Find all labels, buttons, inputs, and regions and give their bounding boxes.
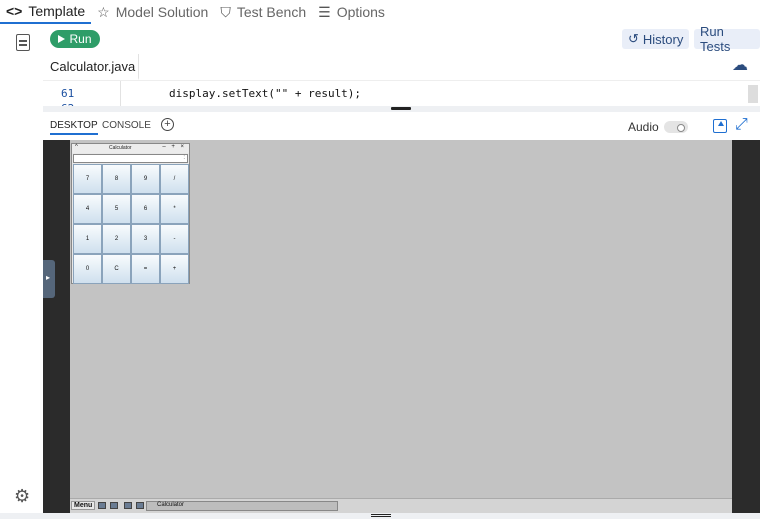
desktop-right-margin: [732, 140, 760, 513]
window-list-icon[interactable]: [136, 502, 144, 509]
calculator-window[interactable]: ^ Calculator – + × : 7 8 9 / 4 5 6 * 1 2…: [71, 143, 190, 284]
sliders-icon: ☰: [318, 3, 331, 20]
window-menu-icon[interactable]: ^: [75, 144, 78, 150]
tab-options-label: Options: [336, 4, 385, 20]
popout-icon[interactable]: [713, 119, 727, 133]
taskbar-menu-button[interactable]: Menu: [71, 501, 96, 510]
tab-template-label: Template: [28, 3, 86, 19]
expand-icon[interactable]: ⤢: [735, 116, 748, 134]
terminal-icon[interactable]: [98, 502, 106, 509]
key-plus[interactable]: +: [160, 254, 189, 284]
run-tests-label: Run Tests: [700, 24, 731, 54]
file-tab-calculator[interactable]: Calculator.java: [43, 54, 139, 80]
key-2[interactable]: 2: [102, 224, 131, 254]
key-3[interactable]: 3: [131, 224, 160, 254]
tab-model-solution-label: Model Solution: [115, 4, 209, 20]
key-1[interactable]: 1: [73, 224, 102, 254]
file-tab-label: Calculator.java: [50, 58, 136, 74]
key-9[interactable]: 9: [131, 164, 160, 194]
top-tab-bar: <> Template ☆ Model Solution ⛉ Test Benc…: [0, 0, 760, 24]
key-8[interactable]: 8: [102, 164, 131, 194]
tab-console[interactable]: CONSOLE: [102, 120, 151, 131]
file-manager-icon[interactable]: [110, 502, 118, 509]
key-clear[interactable]: C: [102, 254, 131, 284]
editor-scrollbar[interactable]: [748, 85, 758, 103]
key-divide[interactable]: /: [160, 164, 189, 194]
key-equals[interactable]: =: [131, 254, 160, 284]
code-editor[interactable]: 61 62 display.setText("" + result);: [43, 80, 760, 106]
calculator-titlebar[interactable]: ^ Calculator – + ×: [72, 144, 189, 153]
line-number: 61: [61, 87, 75, 100]
bottom-splitter-grip[interactable]: [371, 514, 391, 517]
taskbar-task-calculator[interactable]: Calculator: [146, 501, 338, 511]
desktop-left-margin: [43, 140, 70, 513]
tab-model-solution[interactable]: ☆ Model Solution: [91, 0, 214, 24]
code-line: display.setText("" + result);: [169, 87, 362, 100]
key-0[interactable]: 0: [73, 254, 102, 284]
key-multiply[interactable]: *: [160, 194, 189, 224]
history-button[interactable]: ↺ History: [622, 29, 690, 49]
display-cursor: :: [183, 155, 185, 161]
line-gutter: [43, 81, 121, 106]
calculator-title: Calculator: [109, 145, 132, 151]
history-label: History: [642, 31, 684, 47]
tab-test-bench[interactable]: ⛉ Test Bench: [214, 0, 312, 24]
tab-desktop[interactable]: DESKTOP: [50, 120, 98, 135]
bottom-splitter[interactable]: [0, 513, 760, 519]
key-5[interactable]: 5: [102, 194, 131, 224]
key-4[interactable]: 4: [73, 194, 102, 224]
audio-toggle[interactable]: [664, 121, 688, 133]
key-6[interactable]: 6: [131, 194, 160, 224]
cloud-icon[interactable]: ☁: [732, 55, 748, 75]
run-tests-button[interactable]: Run Tests: [694, 24, 760, 54]
window-controls[interactable]: – + ×: [162, 144, 186, 150]
add-tab-icon[interactable]: +: [161, 118, 174, 131]
run-button-label: Run: [69, 32, 92, 46]
star-icon: ☆: [97, 3, 110, 20]
key-7[interactable]: 7: [73, 164, 102, 194]
splitter-grip[interactable]: [391, 107, 411, 110]
history-icon: ↺: [628, 31, 639, 46]
desktop-taskbar: Menu Calculator: [70, 498, 732, 513]
audio-label: Audio: [628, 120, 659, 134]
shield-check-icon: ⛉: [220, 3, 231, 20]
side-panel-handle[interactable]: [43, 260, 55, 298]
play-icon: [58, 35, 66, 43]
tab-test-bench-label: Test Bench: [236, 4, 307, 20]
file-icon[interactable]: [16, 34, 30, 51]
calculator-display[interactable]: :: [73, 154, 188, 163]
tab-options[interactable]: ☰ Options: [312, 0, 391, 24]
left-rail: ⚙: [0, 24, 43, 519]
calculator-keypad: 7 8 9 / 4 5 6 * 1 2 3 - 0 C = +: [73, 164, 189, 284]
gear-icon[interactable]: ⚙: [14, 486, 30, 507]
code-icon: <>: [6, 3, 23, 19]
tab-template[interactable]: <> Template: [0, 0, 92, 24]
user-icon[interactable]: [124, 502, 132, 509]
run-panel-header: DESKTOP CONSOLE + Audio ⤢: [43, 112, 760, 140]
key-minus[interactable]: -: [160, 224, 189, 254]
run-button[interactable]: Run: [50, 30, 100, 48]
